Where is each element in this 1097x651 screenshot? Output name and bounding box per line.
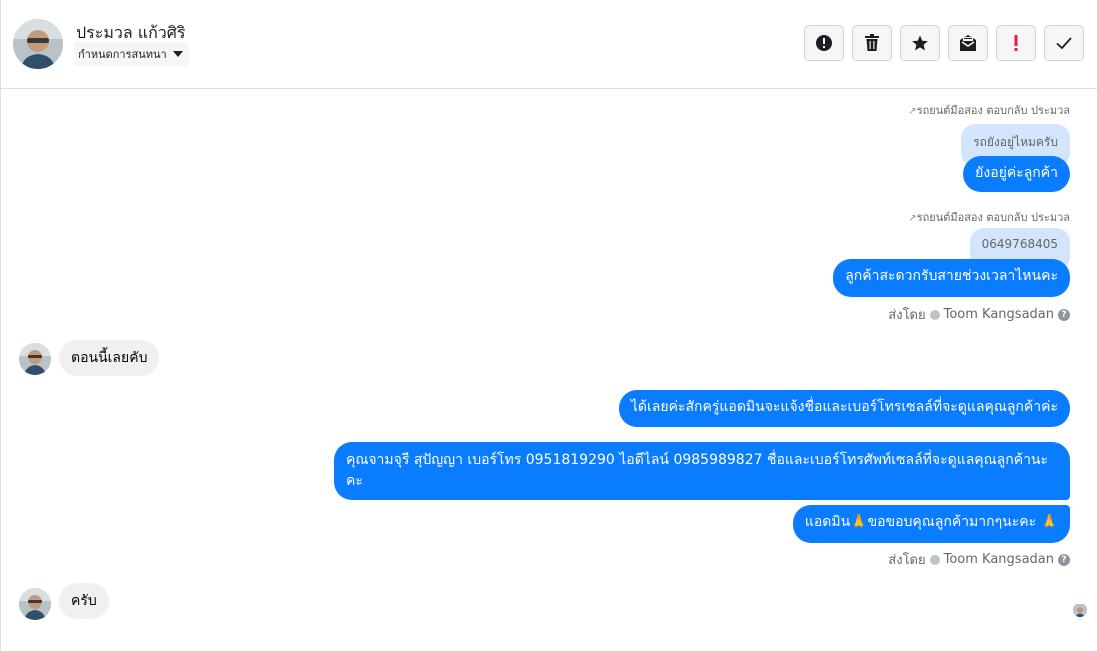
- outgoing-message[interactable]: คุณจามจุรี สุปัญญา เบอร์โทร 0951819290 ไ…: [334, 442, 1070, 500]
- message-text: ลูกค้าสะดวกรับสายช่วงเวลาไหนคะ: [845, 268, 1058, 284]
- delete-button[interactable]: [852, 25, 892, 61]
- star-button[interactable]: [900, 25, 940, 61]
- outgoing-message[interactable]: ลูกค้าสะดวกรับสายช่วงเวลาไหนคะ: [833, 259, 1070, 297]
- done-button[interactable]: [1044, 25, 1084, 61]
- assign-label: กำหนดการสนทนา: [78, 48, 167, 61]
- sent-by-prefix: ส่งโดย: [888, 308, 926, 323]
- help-icon[interactable]: ?: [1058, 308, 1070, 321]
- outgoing-message[interactable]: ได้เลยค่ะสักครู่แอดมินจะแจ้งชื่อและเบอร์…: [618, 390, 1070, 427]
- caret-down-icon: [172, 51, 183, 57]
- page-icon: [929, 554, 940, 565]
- left-border: [0, 0, 1, 651]
- sent-by-name[interactable]: Toom Kangsadan: [944, 552, 1054, 567]
- message-text: ตอนนี้เลยคับ: [71, 350, 148, 366]
- reply-arrow-icon: ↗: [908, 106, 917, 117]
- outgoing-message[interactable]: แอดมิน🙏ขอขอบคุณลูกค้ามากๆนะคะ 🙏: [792, 505, 1070, 543]
- assign-conversation-dropdown[interactable]: กำหนดการสนทนา: [74, 42, 189, 66]
- message-text: ยังอยู่ค่ะลูกค้า: [975, 165, 1058, 181]
- message-text: คุณจามจุรี สุปัญญา เบอร์โทร 0951819290 ไ…: [346, 452, 1049, 489]
- reply-context: ↗รถยนต์มือสอง ตอบกลับ ประมวล: [908, 208, 1070, 226]
- page-icon: [929, 309, 940, 320]
- sent-by-label: ส่งโดย Toom Kangsadan ?: [888, 304, 1070, 325]
- contact-avatar[interactable]: [19, 343, 51, 375]
- spam-button[interactable]: [804, 25, 844, 61]
- reply-context-text: รถยนต์มือสอง ตอบกลับ ประมวล: [916, 211, 1070, 224]
- quoted-text: 0649768405: [981, 237, 1058, 251]
- message-text: แอดมิน🙏ขอขอบคุณลูกค้ามากๆนะคะ 🙏: [804, 514, 1058, 530]
- mark-unread-button[interactable]: [948, 25, 988, 61]
- message-text: ครับ: [71, 593, 97, 609]
- alert-circle-icon: [816, 35, 832, 51]
- trash-icon: [865, 34, 879, 51]
- reply-context: ↗รถยนต์มือสอง ตอบกลับ ประมวล: [908, 101, 1070, 119]
- star-icon: [912, 35, 928, 51]
- sent-by-label: ส่งโดย Toom Kangsadan ?: [888, 549, 1070, 570]
- incoming-message[interactable]: ตอนนี้เลยคับ: [59, 340, 160, 376]
- reply-context-text: รถยนต์มือสอง ตอบกลับ ประมวล: [916, 104, 1070, 117]
- envelope-icon: [960, 35, 976, 51]
- help-icon[interactable]: ?: [1058, 553, 1070, 566]
- contact-avatar[interactable]: [13, 19, 63, 69]
- reply-arrow-icon: ↗: [908, 213, 917, 224]
- sent-by-name[interactable]: Toom Kangsadan: [944, 307, 1054, 322]
- quoted-text: รถยังอยู่ไหมครับ: [973, 135, 1058, 149]
- sent-by-prefix: ส่งโดย: [888, 553, 926, 568]
- contact-avatar[interactable]: [19, 588, 51, 620]
- exclamation-icon: [1014, 35, 1018, 51]
- message-text: ได้เลยค่ะสักครู่แอดมินจะแจ้งชื่อและเบอร์…: [630, 399, 1058, 415]
- follow-up-button[interactable]: [996, 25, 1036, 61]
- check-icon: [1056, 37, 1072, 50]
- seen-receipt-avatar: [1073, 603, 1087, 617]
- incoming-message[interactable]: ครับ: [59, 583, 109, 619]
- outgoing-message[interactable]: ยังอยู่ค่ะลูกค้า: [963, 156, 1070, 192]
- conversation-header: ประมวล แก้วศิริ กำหนดการสนทนา: [1, 0, 1097, 89]
